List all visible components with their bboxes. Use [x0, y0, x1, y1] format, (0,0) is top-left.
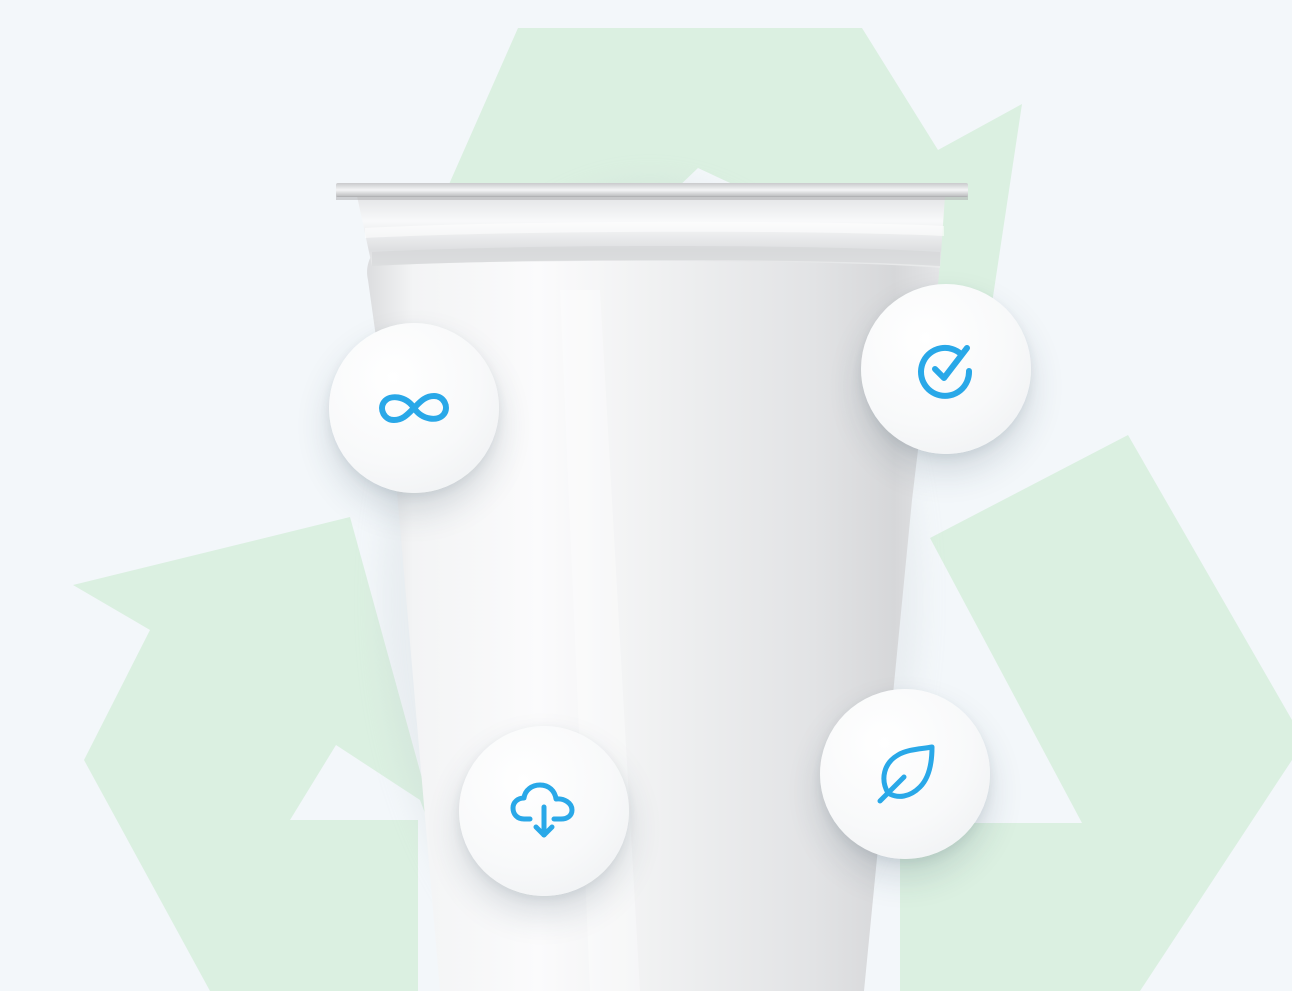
cloud-download-badge[interactable] [459, 726, 629, 896]
check-circle-icon [918, 344, 973, 399]
leaf-icon [877, 744, 935, 804]
infinite-recyclable-badge[interactable] [329, 323, 499, 493]
hero-illustration [0, 0, 1292, 991]
cloud-download-icon [510, 782, 575, 838]
infinity-icon [379, 393, 449, 423]
certified-quality-badge[interactable] [861, 284, 1031, 454]
cup-lid [336, 183, 968, 197]
cup [336, 183, 968, 991]
recycled-cup-scene [73, 28, 1292, 991]
eco-friendly-badge[interactable] [820, 689, 990, 859]
